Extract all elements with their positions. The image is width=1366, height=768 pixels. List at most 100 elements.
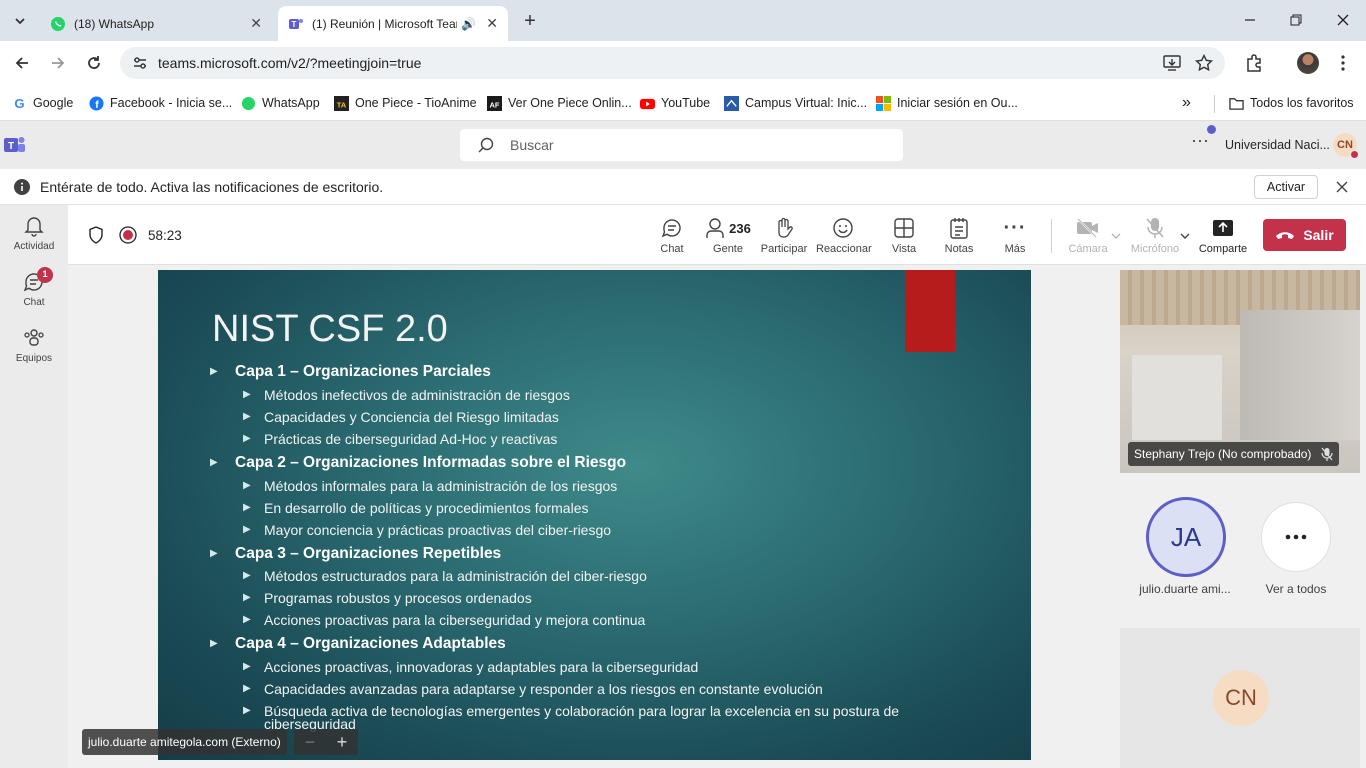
view-button[interactable]: Vista (888, 217, 920, 255)
new-tab-button[interactable]: + (518, 9, 542, 33)
microphone-button[interactable]: Micrófono (1128, 217, 1182, 255)
layer-heading: Capa 2 – Organizaciones Informadas sobre… (235, 454, 627, 471)
rail-item-teams[interactable]: Equipos (0, 327, 68, 364)
layer-item: Métodos inefectivos de administración de… (264, 387, 570, 403)
search-input[interactable]: Buscar (460, 129, 903, 161)
forward-button[interactable] (46, 51, 70, 75)
rail-item-chat[interactable]: Chat 1 (0, 267, 68, 308)
all-favorites-folder[interactable]: Todos los favoritos (1229, 93, 1354, 113)
bullet-arrow: ▶ (210, 638, 218, 649)
folder-icon (1229, 97, 1244, 110)
participant-video[interactable]: Stephany Trejo (No comprobado) (1120, 270, 1360, 473)
bookmark-tioanime[interactable]: TA One Piece - TioAnime (334, 93, 477, 113)
svg-text:G: G (14, 96, 24, 111)
url-text: teams.microsoft.com/v2/?meetingjoin=true (158, 55, 422, 71)
toolbar-divider (1051, 219, 1052, 253)
site-settings-icon[interactable] (132, 55, 148, 71)
star-icon[interactable] (1195, 54, 1213, 72)
smiley-icon (833, 218, 853, 238)
bookmark-youtube[interactable]: YouTube (640, 93, 710, 113)
zoom-controls: − + (294, 729, 358, 755)
phone-hangup-icon (1276, 232, 1295, 239)
zoom-in-button[interactable]: + (337, 732, 348, 753)
user-avatar[interactable]: CN (1333, 133, 1359, 159)
chevron-down-icon[interactable] (1180, 231, 1190, 241)
bookmark-outlook[interactable]: Iniciar sesión en Ou... (876, 93, 1018, 113)
view-all-button[interactable] (1261, 502, 1331, 572)
chevron-down-icon (15, 18, 25, 25)
restore-button[interactable] (1281, 8, 1311, 32)
notes-button[interactable]: Notas (944, 217, 974, 255)
video-panel (1132, 355, 1222, 440)
close-icon[interactable] (1336, 181, 1348, 193)
minimize-icon (1245, 19, 1255, 21)
bookmark-whatsapp[interactable]: WhatsApp (241, 93, 320, 113)
raise-hand-button[interactable]: Participar (760, 217, 808, 255)
reload-icon (88, 56, 100, 69)
settings-more-button[interactable]: ··· (1188, 131, 1212, 155)
chat-button[interactable]: Chat (656, 217, 688, 255)
activate-button[interactable]: Activar (1254, 175, 1318, 199)
shared-screen-slide[interactable]: NIST CSF 2.0 ▶ Capa 1 – Organizaciones P… (158, 270, 1031, 760)
microphone-off-icon (1146, 218, 1164, 238)
shield-icon[interactable] (88, 226, 104, 244)
video-wall (1240, 310, 1360, 440)
puzzle-icon (1247, 54, 1261, 72)
bookmark-onepiece[interactable]: AF Ver One Piece Onlin... (487, 93, 632, 113)
more-button[interactable]: ··· Más (1002, 217, 1028, 256)
bullet-arrow: ▶ (243, 614, 251, 625)
bookmark-facebook[interactable]: f Facebook - Inicia se... (89, 93, 232, 113)
org-name[interactable]: Universidad Naci... (1225, 138, 1330, 152)
teams-group-icon (24, 329, 44, 346)
more-bookmarks-button[interactable]: » (1182, 93, 1191, 113)
bookmark-google[interactable]: G Google (12, 93, 73, 113)
camera-button[interactable]: Cámara (1068, 217, 1108, 255)
close-window-button[interactable] (1328, 8, 1358, 32)
tab-title: (1) Reunión | Microsoft Tean (312, 16, 458, 31)
profile-button[interactable] (1296, 51, 1320, 75)
back-button[interactable] (10, 51, 34, 75)
whatsapp-icon (51, 16, 65, 31)
recording-icon (119, 226, 137, 244)
reload-button[interactable] (82, 51, 106, 75)
layer-heading: Capa 4 – Organizaciones Adaptables (235, 635, 506, 652)
tab-list-button[interactable] (8, 9, 32, 33)
view-all-label[interactable]: Ver a todos (1246, 582, 1346, 596)
leave-button[interactable]: Salir (1263, 219, 1346, 251)
bullet-arrow: ▶ (210, 366, 218, 377)
rail-item-activity[interactable]: Actividad (0, 215, 68, 252)
tab-teams[interactable]: T (1) Reunión | Microsoft Tean 🔊 ✕ (278, 6, 508, 41)
slide-decoration (905, 270, 955, 352)
campus-icon (724, 95, 739, 111)
url-field[interactable]: teams.microsoft.com/v2/?meetingjoin=true (120, 47, 1225, 79)
chrome-menu-button[interactable] (1331, 51, 1355, 75)
react-button[interactable]: Reaccionar (816, 217, 872, 255)
microsoft-icon (876, 95, 891, 111)
participant-name-label: Stephany Trejo (No comprobado) (1128, 442, 1340, 466)
grid-icon (894, 218, 914, 238)
install-app-icon[interactable] (1163, 54, 1181, 72)
person-icon (706, 218, 724, 238)
close-icon[interactable]: ✕ (250, 15, 262, 32)
participant-avatar[interactable]: JA (1146, 497, 1226, 577)
minimize-button[interactable] (1235, 8, 1265, 32)
search-icon (478, 137, 494, 153)
extensions-button[interactable] (1242, 51, 1266, 75)
people-button[interactable]: 236 Gente (704, 217, 752, 255)
more-horizontal-icon (1285, 534, 1307, 540)
status-dot (1207, 125, 1216, 134)
teams-logo[interactable]: T (4, 135, 26, 155)
tab-whatsapp[interactable]: (18) WhatsApp ✕ (40, 6, 272, 41)
bookmark-campus[interactable]: Campus Virtual: Inic... (724, 93, 867, 113)
chevron-down-icon[interactable] (1111, 231, 1121, 241)
close-icon[interactable]: ✕ (486, 15, 498, 32)
audio-playing-icon[interactable]: 🔊 (461, 17, 476, 31)
unread-badge: 1 (37, 267, 53, 283)
presence-busy-icon (1350, 150, 1359, 159)
layer-item: Prácticas de ciberseguridad Ad-Hoc y rea… (264, 431, 558, 447)
self-video-tile[interactable]: CN (1120, 628, 1360, 768)
zoom-out-button[interactable]: − (305, 732, 316, 753)
svg-text:TA: TA (337, 100, 347, 109)
share-button[interactable]: Comparte (1198, 217, 1248, 255)
bullet-arrow: ▶ (243, 705, 251, 716)
